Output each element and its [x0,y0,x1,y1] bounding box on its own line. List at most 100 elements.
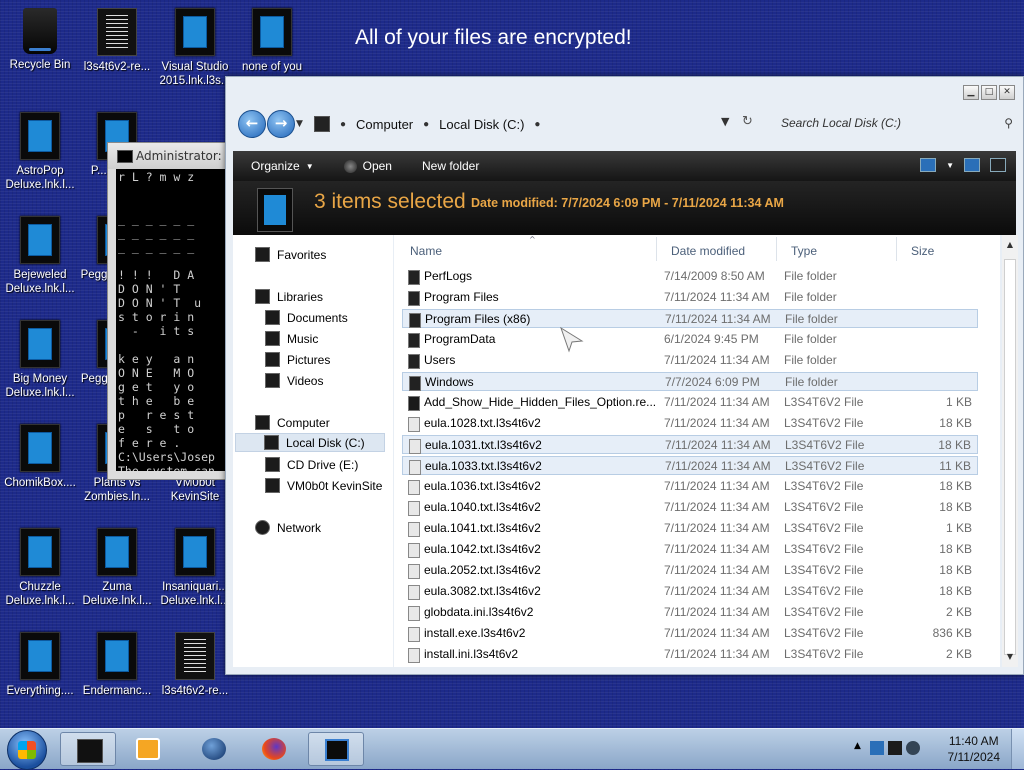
maximize-button[interactable]: □ [981,85,997,100]
desktop-icon-ransom-note[interactable]: l3s4t6v2-re... [77,8,157,74]
folder-row[interactable]: Program Files 7/11/2024 11:34 AM File fold… [402,288,978,307]
breadcrumb-local-disk[interactable]: Local Disk (C:) [439,117,524,132]
start-button[interactable] [7,730,47,770]
refresh-icon[interactable]: ↻ [742,114,753,129]
breadcrumb-separator[interactable]: ● [340,119,346,130]
file-row[interactable]: eula.2052.txt.l3s4t6v2 7/11/2024 11:34 AM… [402,561,978,580]
folder-row[interactable]: Windows 7/7/2024 6:09 PM File folder [402,372,978,391]
window-controls: ▁ □ ✕ [963,85,1015,100]
file-row[interactable]: globdata.ini.l3s4t6v2 7/11/2024 11:34 AM L… [402,603,978,622]
folder-row[interactable]: Users 7/11/2024 11:34 AM File folder [402,351,978,370]
desktop-icon-endermanch[interactable]: Endermanc... [77,632,157,698]
clock-time: 11:40 AM [948,734,999,748]
file-row[interactable]: install.exe.l3s4t6v2 7/11/2024 11:34 AM L3… [402,624,978,643]
breadcrumb-separator[interactable]: ● [423,119,429,130]
column-size[interactable]: Size [911,241,934,261]
file-row[interactable]: eula.1036.txt.l3s4t6v2 7/11/2024 11:34 AM… [402,477,978,496]
breadcrumb-computer[interactable]: Computer [356,117,413,132]
column-divider[interactable] [896,237,897,261]
nav-favorites[interactable]: Favorites [255,247,326,262]
column-divider[interactable] [656,237,657,261]
preview-pane-icon[interactable] [964,158,980,172]
explorer-window[interactable]: ▁ □ ✕ ← → ▼ ● Computer ● Local Disk (C:)… [225,76,1024,675]
folder-row[interactable]: Program Files (x86) 7/11/2024 11:34 AM Fil… [402,309,978,328]
file-row[interactable]: eula.1041.txt.l3s4t6v2 7/11/2024 11:34 AM… [402,519,978,538]
nav-vm0b0t[interactable]: VM0b0t KevinSite [265,478,382,493]
open-button[interactable]: Open [343,159,392,173]
search-icon[interactable]: ⚲ [1004,113,1013,133]
action-center-icon[interactable] [870,741,884,755]
desktop-icon-big-money[interactable]: Big Money Deluxe.lnk.l... [0,320,80,400]
clock[interactable]: 11:40 AM 7/11/2024 [948,733,1001,765]
file-row[interactable]: eula.1033.txt.l3s4t6v2 7/11/2024 11:34 AM… [402,456,978,475]
folder-icon [408,354,420,369]
nav-network[interactable]: Network [255,520,321,535]
cmd-taskbar-button[interactable] [308,732,364,766]
column-name[interactable]: Name [410,241,442,261]
file-row[interactable]: eula.1031.txt.l3s4t6v2 7/11/2024 11:34 AM… [402,435,978,454]
forward-button[interactable]: → [267,110,295,138]
file-icon [408,522,420,537]
column-divider[interactable] [776,237,777,261]
breadcrumb[interactable]: ● Computer ● Local Disk (C:) ● [314,114,540,134]
search-input[interactable]: Search Local Disk (C:) ⚲ [778,113,1013,133]
nav-pictures[interactable]: Pictures [265,352,330,367]
desktop-icon-zuma[interactable]: Zuma Deluxe.lnk.l... [77,528,157,608]
nav-cd-drive[interactable]: CD Drive (E:) [265,457,358,472]
media-player-taskbar-button[interactable] [120,732,176,766]
explorer-taskbar-button[interactable] [60,732,116,766]
file-row[interactable]: install.ini.l3s4t6v2 7/11/2024 11:34 AM L3… [402,645,978,664]
column-type[interactable]: Type [791,241,817,261]
nav-libraries[interactable]: Libraries [255,289,323,304]
desktop-icon-chuzzle[interactable]: Chuzzle Deluxe.lnk.l... [0,528,80,608]
nav-computer[interactable]: Computer [255,415,330,430]
nav-local-disk[interactable]: Local Disk (C:) [235,433,385,452]
desktop-icon-insaniquarium[interactable]: Insaniquari... Deluxe.lnk.l... [155,528,235,608]
scroll-up-arrow[interactable]: ▲ [1002,237,1018,253]
desktop-icon-ransom-note-2[interactable]: l3s4t6v2-re... [155,632,235,698]
show-desktop-button[interactable] [1011,729,1024,769]
network-tray-icon[interactable] [888,741,902,755]
scroll-thumb[interactable] [1004,259,1016,655]
folder-row[interactable]: ProgramData 6/1/2024 9:45 PM File folder [402,330,978,349]
address-dropdown[interactable]: ▼ [721,115,729,128]
change-view-icon[interactable] [920,158,937,172]
firefox-taskbar-button[interactable] [246,732,302,766]
minimize-button[interactable]: ▁ [963,85,979,100]
file-type: File folder [784,332,837,346]
show-hidden-icons-icon[interactable]: ▲ [854,741,861,751]
desktop-icon-visual-studio[interactable]: Visual Studio 2015.lnk.l3s... [155,8,235,88]
file-row[interactable]: eula.3082.txt.l3s4t6v2 7/11/2024 11:34 AM… [402,582,978,601]
folder-row[interactable]: PerfLogs 7/14/2009 8:50 AM File folder [402,267,978,286]
file-row[interactable]: eula.1042.txt.l3s4t6v2 7/11/2024 11:34 AM… [402,540,978,559]
file-row[interactable]: Add_Show_Hide_Hidden_Files_Option.re... 7… [402,393,978,412]
back-button[interactable]: ← [238,110,266,138]
scroll-down-arrow[interactable]: ▼ [1002,649,1018,665]
desktop-icon-recycle-bin[interactable]: Recycle Bin [0,8,80,72]
cmd-window[interactable]: Administrator: C r L ? m w z _ _ _ _ _ _… [107,142,229,480]
recent-pages-dropdown[interactable]: ▼ [296,119,303,129]
view-dropdown-icon[interactable]: ▼ [946,161,954,170]
new-folder-button[interactable]: New folder [422,159,479,173]
desktop-icon-everything[interactable]: Everything.... [0,632,80,698]
open-label: Open [362,159,392,173]
nav-videos[interactable]: Videos [265,373,323,388]
close-button[interactable]: ✕ [999,85,1015,100]
desktop-icon-astropop[interactable]: AstroPop Deluxe.lnk.l... [0,112,80,192]
breadcrumb-separator[interactable]: ● [534,119,540,130]
file-row[interactable]: eula.1040.txt.l3s4t6v2 7/11/2024 11:34 AM… [402,498,978,517]
organize-button[interactable]: Organize ▼ [251,159,314,173]
file-list[interactable]: Name ^ Date modified Type Size PerfLogs 7… [394,235,1000,667]
vertical-scrollbar[interactable]: ▲ ▼ [1002,235,1018,667]
desktop-icon-none-of-you[interactable]: none of you [232,8,312,74]
help-icon[interactable] [990,158,1006,172]
file-row[interactable]: eula.1028.txt.l3s4t6v2 7/11/2024 11:34 AM… [402,414,978,433]
column-date-modified[interactable]: Date modified [671,241,745,261]
drive-icon [264,435,279,450]
nav-music[interactable]: Music [265,331,318,346]
nav-documents[interactable]: Documents [265,310,348,325]
desktop-icon-bejeweled[interactable]: Bejeweled Deluxe.lnk.l... [0,216,80,296]
volume-icon[interactable] [906,741,920,755]
globe-taskbar-button[interactable] [186,732,242,766]
desktop-icon-chomikbox[interactable]: ChomikBox.... [0,424,80,490]
